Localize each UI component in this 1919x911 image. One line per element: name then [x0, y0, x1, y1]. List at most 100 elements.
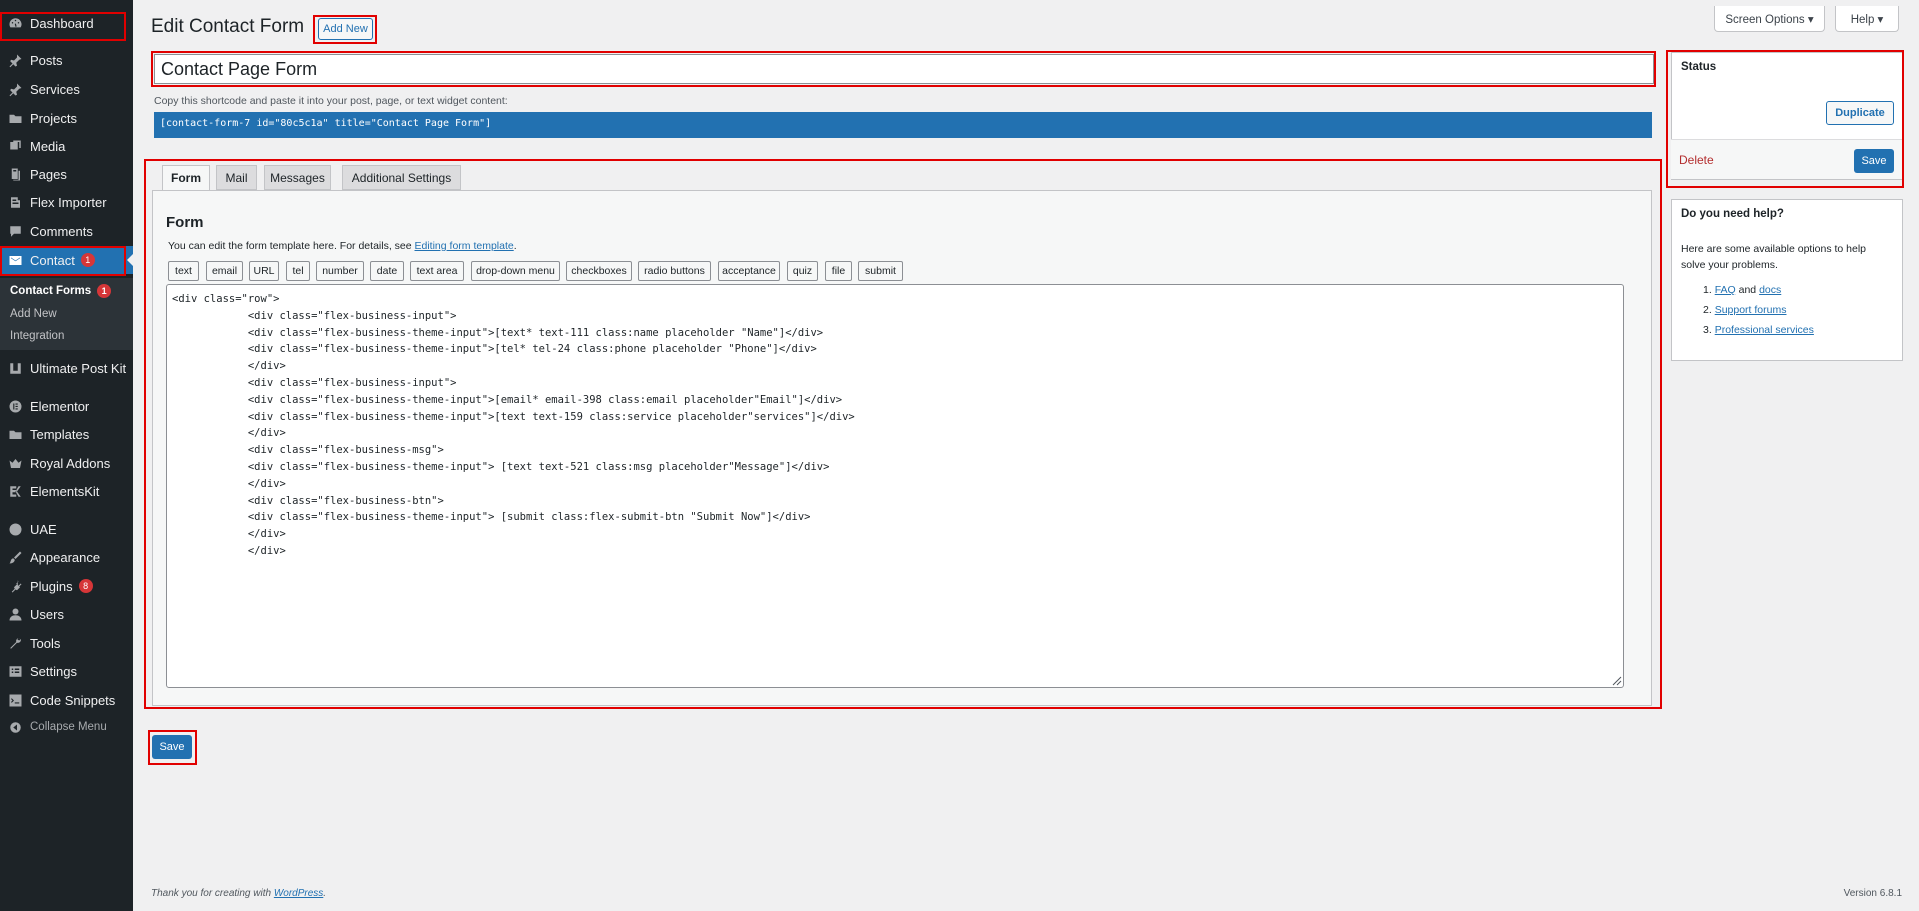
- sidebar-item-label: Comments: [30, 223, 93, 239]
- footer-thanks-suffix: .: [323, 888, 327, 899]
- sidebar-item-elementor[interactable]: Elementor: [0, 392, 133, 420]
- professional-services-link[interactable]: Professional services: [1715, 324, 1814, 336]
- collapse-icon: [0, 720, 30, 735]
- tag-button-radio-buttons[interactable]: radio buttons: [638, 261, 711, 281]
- wordpress-link[interactable]: WordPress: [274, 888, 323, 899]
- faq-link[interactable]: FAQ: [1715, 284, 1736, 296]
- tag-button-drop-down-menu[interactable]: drop-down menu: [471, 261, 560, 281]
- user-icon: [0, 607, 30, 622]
- screen-options-button[interactable]: Screen Options ▾: [1714, 6, 1825, 32]
- page-title: Edit Contact Form: [151, 16, 305, 37]
- tab-additional-settings[interactable]: Additional Settings: [342, 165, 461, 190]
- footer-thanks: Thank you for creating with WordPress.: [151, 888, 326, 899]
- help-box: [1671, 199, 1903, 361]
- help-item-support: 2. Support forums: [1703, 304, 1786, 316]
- sidebar-item-elementskit[interactable]: ElementsKit: [0, 477, 133, 505]
- tab-form[interactable]: Form: [162, 165, 210, 191]
- sidebar-item-label: Posts: [30, 52, 63, 68]
- tag-button-file[interactable]: file: [825, 261, 852, 281]
- help-item-professional: 3. Professional services: [1703, 324, 1814, 336]
- delete-link[interactable]: Delete: [1679, 153, 1714, 167]
- tag-button-text-area[interactable]: text area: [410, 261, 464, 281]
- sidebar-item-label: Plugins: [30, 578, 73, 594]
- tab-mail[interactable]: Mail: [216, 165, 257, 190]
- sidebar-item-flex-importer[interactable]: Flex Importer: [0, 188, 133, 216]
- sidebar-item-services[interactable]: Services: [0, 75, 133, 103]
- sidebar-item-label: Flex Importer: [30, 194, 107, 210]
- sidebar-item-label: Ultimate Post Kit: [30, 360, 127, 376]
- sidebar-item-templates[interactable]: Templates: [0, 420, 133, 448]
- sidebar-item-label: Pages: [30, 166, 67, 182]
- duplicate-button[interactable]: Duplicate: [1826, 101, 1894, 125]
- sidebar-item-label: Appearance: [30, 549, 101, 565]
- footer-thanks-text: Thank you for creating with: [151, 888, 274, 899]
- sidebar-item-royal-addons[interactable]: Royal Addons: [0, 449, 133, 477]
- importer-icon: [0, 195, 30, 210]
- ek-icon: [0, 484, 30, 499]
- tag-button-submit[interactable]: submit: [858, 261, 903, 281]
- resize-handle-icon[interactable]: [1612, 676, 1622, 686]
- sidebar-item-media[interactable]: Media: [0, 132, 133, 160]
- crown-icon: [0, 456, 30, 471]
- editing-form-template-link[interactable]: Editing form template: [415, 240, 514, 252]
- support-forums-link[interactable]: Support forums: [1715, 304, 1787, 316]
- sidebar-item-label: Services: [30, 81, 80, 97]
- sidebar-item-projects[interactable]: Projects: [0, 104, 133, 132]
- tag-button-number[interactable]: number: [316, 261, 364, 281]
- help-text: Here are some available options to help …: [1681, 243, 1867, 271]
- help-item-faq-docs: 1. FAQ and docs: [1703, 284, 1781, 296]
- add-new-button[interactable]: Add New: [318, 18, 373, 40]
- tag-button-email[interactable]: email: [206, 261, 243, 281]
- tag-button-checkboxes[interactable]: checkboxes: [566, 261, 632, 281]
- sidebar-item-label: ElementsKit: [30, 483, 100, 499]
- sidebar-item-posts[interactable]: Posts: [0, 46, 133, 74]
- tag-button-date[interactable]: date: [370, 261, 404, 281]
- tag-button-tel[interactable]: tel: [286, 261, 310, 281]
- sidebar-item-label: Royal Addons: [30, 455, 111, 471]
- sidebar-item-uae[interactable]: UAE: [0, 515, 133, 543]
- sidebar-item-pages[interactable]: Pages: [0, 160, 133, 188]
- sidebar-item-label: Collapse Menu: [30, 721, 107, 733]
- sidebar-item-comments[interactable]: Comments: [0, 217, 133, 245]
- panel-heading: Form: [166, 214, 204, 231]
- tag-button-quiz[interactable]: quiz: [787, 261, 818, 281]
- sidebar-item-users[interactable]: Users: [0, 600, 133, 628]
- save-button[interactable]: Save: [152, 735, 192, 759]
- sidebar-item-appearance[interactable]: Appearance: [0, 543, 133, 571]
- wrench-icon: [0, 636, 30, 651]
- sidebar-item-settings[interactable]: Settings: [0, 657, 133, 685]
- help-item-connector: and: [1738, 284, 1757, 296]
- admin-sidebar: Dashboard Posts Services Projects Media …: [0, 0, 133, 911]
- media-icon: [0, 139, 30, 154]
- form-template-editor[interactable]: <div class="row"> <div class="flex-busin…: [166, 284, 1624, 688]
- pin-icon: [0, 53, 30, 68]
- tag-button-text[interactable]: text: [168, 261, 199, 281]
- status-title: Status: [1681, 61, 1717, 73]
- folder-icon: [0, 427, 30, 442]
- form-title-input[interactable]: Contact Page Form: [154, 54, 1654, 84]
- sidebar-item-code-snippets[interactable]: Code Snippets: [0, 686, 133, 714]
- shortcode-field[interactable]: [contact-form-7 id="80c5c1a" title="Cont…: [154, 112, 1652, 138]
- sidebar-item-dashboard[interactable]: Dashboard: [0, 9, 133, 37]
- help-button[interactable]: Help ▾: [1835, 6, 1899, 32]
- collapse-menu-button[interactable]: Collapse Menu: [0, 713, 133, 741]
- docs-link[interactable]: docs: [1759, 284, 1781, 296]
- notification-badge: 1: [80, 253, 95, 267]
- sidebar-item-label: Elementor: [30, 398, 90, 414]
- sidebar-item-label: Settings: [30, 663, 77, 679]
- brush-icon: [0, 550, 30, 565]
- tag-button-acceptance[interactable]: acceptance: [718, 261, 780, 281]
- sidebar-item-label: Users: [30, 606, 64, 622]
- tag-button-url[interactable]: URL: [249, 261, 279, 281]
- status-save-button[interactable]: Save: [1854, 149, 1894, 173]
- sidebar-item-tools[interactable]: Tools: [0, 629, 133, 657]
- sidebar-item-plugins[interactable]: Plugins 8: [0, 572, 133, 600]
- sidebar-item-contact[interactable]: Contact 1: [0, 246, 133, 274]
- submenu-item-label: Contact Forms: [10, 285, 92, 297]
- sidebar-item-ultimate-post-kit[interactable]: Ultimate Post Kit: [0, 354, 133, 382]
- tab-messages[interactable]: Messages: [264, 165, 331, 190]
- submenu-item-add-new[interactable]: Add New: [10, 308, 57, 320]
- pin-icon: [0, 82, 30, 97]
- submenu-item-contact-forms[interactable]: Contact Forms 1: [10, 284, 112, 298]
- submenu-item-integration[interactable]: Integration: [10, 330, 64, 342]
